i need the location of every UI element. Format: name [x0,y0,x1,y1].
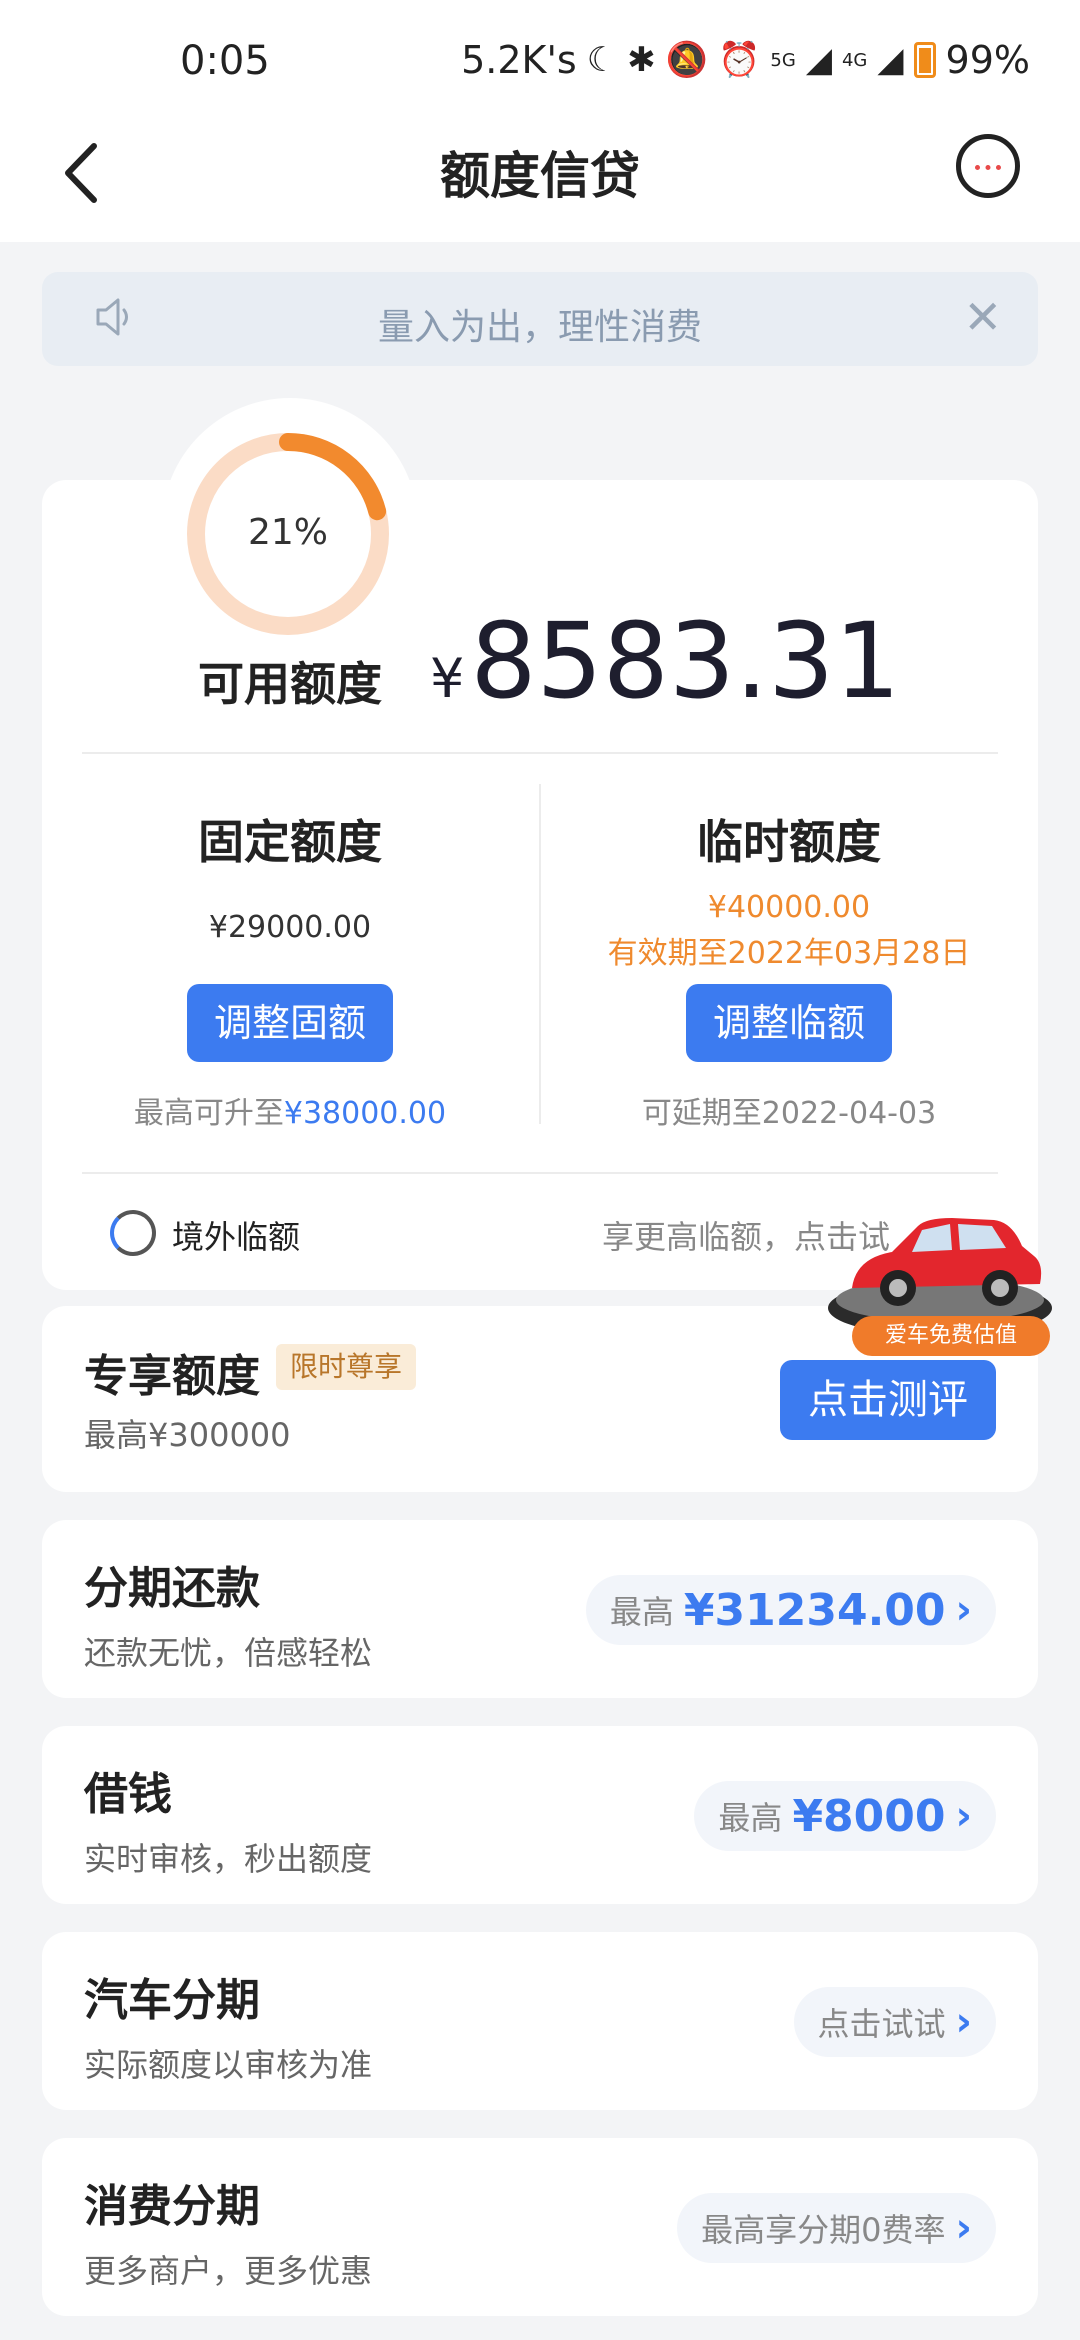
temp-credit-note: 可延期至2022-04-03 [641,1096,937,1131]
chevron-right-icon: › [955,1999,972,2045]
signal-5g-label: 5G [770,49,796,71]
currency-symbol: ¥ [430,647,465,710]
available-amount-value: 8583.31 [470,600,901,722]
divider [82,1172,998,1174]
fixed-credit-title: 固定额度 [198,815,382,869]
list-item-pill[interactable]: 点击试试 › [793,1987,996,2057]
pill-prefix: 最高 [609,1593,674,1631]
usage-percent: 21% [247,512,328,553]
available-credit-amount: ¥8583.31 [430,600,900,722]
divider [82,752,998,754]
chevron-right-icon: › [955,1793,972,1839]
pill-prefix: 点击试试 [817,2005,946,2043]
pill-prefix: 最高享分期0费率 [701,2211,946,2249]
chevron-right-icon: › [955,1587,972,1633]
fixed-note-value: ¥38000.00 [283,1096,447,1131]
adjust-fixed-button[interactable]: 调整固额 [187,984,393,1062]
moon-icon: ☾ [586,40,618,80]
divider [539,784,541,1124]
list-item-title: 借钱 [84,1769,172,1820]
list-item-subtitle: 更多商户，更多优惠 [84,2252,373,2290]
signal-4g-label: 4G [841,49,868,71]
cat-assistant-icon[interactable] [956,134,1020,198]
temp-credit-amount: ¥40000.00 [707,890,871,925]
battery-icon [913,42,936,78]
list-item-title: 消费分期 [84,2181,260,2232]
page-title: 额度信贷 [440,147,640,205]
adjust-temp-button[interactable]: 调整临额 [686,984,892,1062]
temp-credit-validity: 有效期至2022年03月28日 [607,936,971,971]
list-item-title: 分期还款 [84,1563,260,1614]
list-item-pill[interactable]: 最高 ¥31234.00 › [585,1575,996,1645]
pill-value: ¥31234.00 [683,1584,946,1636]
mute-bell-icon: 🔕 [665,40,709,80]
fixed-note-prefix: 最高可升至 [133,1096,284,1131]
available-credit-label: 可用额度 [198,657,382,711]
bluetooth-icon: ✱ [627,40,656,80]
fixed-credit-amount: ¥29000.00 [208,910,372,945]
pill-prefix: 最高 [718,1799,783,1837]
list-item-subtitle: 实际额度以审核为准 [84,2046,373,2084]
pill-value: ¥8000 [792,1790,946,1842]
notice-text: 量入为出，理性消费 [377,307,702,348]
alarm-icon: ⏰ [718,40,761,80]
exclusive-subtitle: 最高¥300000 [84,1416,291,1454]
signal-icon: ◢ [877,40,904,80]
status-bar: 0:05 5.2K's ☾ ✱ 🔕 ⏰ 5G ◢ 4G ◢ 99% [0,0,1080,112]
status-time: 0:05 [180,38,270,84]
fixed-credit-note: 最高可升至¥38000.00 [70,1088,510,1132]
list-item-subtitle: 实时审核，秒出额度 [84,1840,373,1878]
app-header: 额度信贷 [0,112,1080,242]
evaluate-button[interactable]: 点击测评 [780,1360,996,1440]
chevron-right-icon: › [955,2205,972,2251]
list-item-pill[interactable]: 最高 ¥8000 › [694,1781,996,1851]
list-item-title: 汽车分期 [84,1975,260,2026]
list-item-subtitle: 还款无忧，倍感轻松 [84,1634,373,1672]
battery-level: 99% [945,38,1030,82]
exclusive-tag: 限时尊享 [276,1344,417,1390]
net-speed: 5.2K's [461,38,577,82]
signal-icon: ◢ [805,40,832,80]
temp-credit-title: 临时额度 [697,815,881,869]
exclusive-title: 专享额度 [84,1351,260,1402]
list-item-pill[interactable]: 最高享分期0费率 › [677,2193,996,2263]
notice-bar: 量入为出，理性消费 ✕ [42,272,1038,366]
close-icon[interactable]: ✕ [963,290,1002,344]
status-icons: 5.2K's ☾ ✱ 🔕 ⏰ 5G ◢ 4G ◢ 99% [461,38,1030,82]
overseas-label[interactable]: 境外临额 [172,1212,300,1258]
car-valuation-label[interactable]: 爱车免费估值 [852,1316,1050,1356]
overseas-icon [110,1210,156,1256]
